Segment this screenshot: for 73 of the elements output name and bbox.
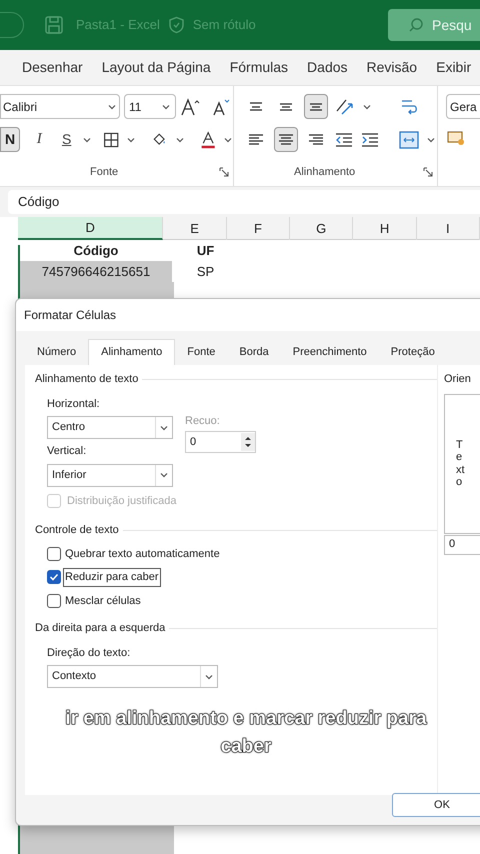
horizontal-dropdown[interactable]: Centro xyxy=(47,416,173,439)
section-heading: Da direita para a esquerda xyxy=(35,621,166,636)
direction-dropdown[interactable]: Contexto xyxy=(47,665,218,688)
checkbox-label: Quebrar texto automaticamente xyxy=(64,546,221,562)
bold-button[interactable]: N xyxy=(0,127,20,152)
checkbox[interactable] xyxy=(47,594,61,608)
align-button[interactable] xyxy=(304,94,328,119)
field-label: Recuo: xyxy=(185,414,221,428)
window-title: Pasta1 - Excel xyxy=(76,16,160,34)
checkbox-label: Reduzir para caber xyxy=(63,568,161,586)
align-right-icon xyxy=(308,134,324,145)
ribbon-tab[interactable]: Fórmulas xyxy=(230,57,288,78)
checkbox-label: Distribuição justificada xyxy=(67,494,176,508)
indent-spinner[interactable]: 0 xyxy=(185,431,256,453)
align-button[interactable] xyxy=(274,127,298,152)
align-top-icon xyxy=(248,102,264,111)
checkbox[interactable] xyxy=(47,570,61,584)
align-center-icon xyxy=(278,134,294,145)
toolbar-toggle[interactable] xyxy=(0,12,24,38)
search-icon xyxy=(408,17,424,33)
ok-button[interactable]: OK xyxy=(392,793,480,817)
group-label: Fonte xyxy=(90,164,118,180)
italic-button[interactable]: I xyxy=(31,127,48,152)
checkbox-label: Mesclar células xyxy=(64,594,142,608)
section-heading: Alinhamento de texto xyxy=(35,372,138,387)
align-middle-icon xyxy=(278,102,294,110)
dialog-tab[interactable]: Preenchimento xyxy=(280,339,379,365)
section-heading: Controle de texto xyxy=(35,523,119,538)
number-format-dropdown[interactable]: Gera xyxy=(446,94,480,119)
column-header[interactable]: G xyxy=(290,217,354,240)
field-label: Horizontal: xyxy=(47,396,101,412)
checkmark-icon xyxy=(49,572,59,582)
dialog-tab[interactable]: Alinhamento xyxy=(88,339,176,365)
align-bottom-icon xyxy=(308,102,324,110)
dialog-tab[interactable]: Fonte xyxy=(175,339,228,365)
group-label: Alinhamento xyxy=(294,164,356,180)
orientation-box[interactable]: Texto xyxy=(444,394,480,534)
merge-cells-icon[interactable] xyxy=(398,130,420,150)
dialog-launcher-icon[interactable] xyxy=(423,166,433,177)
column-header[interactable]: I xyxy=(416,217,480,240)
checkbox[interactable] xyxy=(47,546,61,561)
ribbon-tab[interactable]: Layout da Página xyxy=(102,57,211,78)
dialog-tab[interactable]: Número xyxy=(25,339,88,365)
decrease-indent-icon[interactable] xyxy=(334,130,354,148)
font-dropdown[interactable]: Calibri xyxy=(0,94,120,119)
font-color-icon[interactable] xyxy=(200,128,216,150)
ribbon-tab[interactable]: Exibir xyxy=(436,57,472,78)
field-label: Direção do texto: xyxy=(46,646,132,660)
dialog-tab[interactable]: Borda xyxy=(227,339,281,365)
shield-icon xyxy=(168,16,185,34)
grow-font-icon[interactable] xyxy=(180,96,202,116)
ribbon-tab[interactable]: Dados xyxy=(307,57,348,78)
ribbon-tab[interactable]: Desenhar xyxy=(22,57,83,78)
video-caption: ir em alinhamento e marcar reduzir para caber xyxy=(64,707,428,759)
spinner-arrows-icon[interactable] xyxy=(241,433,255,451)
underline-button[interactable]: S xyxy=(58,127,75,152)
section-heading: Orien xyxy=(444,372,472,387)
field-label: Vertical: xyxy=(47,444,88,459)
column-header[interactable]: D xyxy=(18,217,164,240)
dialog-launcher-icon[interactable] xyxy=(219,166,229,177)
vertical-text: Texto xyxy=(456,439,466,488)
increase-indent-icon[interactable] xyxy=(360,130,380,148)
degrees-field[interactable]: 0 xyxy=(444,534,480,554)
ribbon-tab[interactable]: Revisão xyxy=(366,57,418,78)
formula-field[interactable]: Código xyxy=(8,190,480,214)
currency-icon[interactable] xyxy=(446,129,466,147)
font-size-dropdown[interactable]: 11 xyxy=(124,94,176,119)
vertical-dropdown[interactable]: Inferior xyxy=(47,464,173,486)
align-left-icon xyxy=(248,134,264,145)
dialog-tab[interactable]: Proteção xyxy=(378,339,447,365)
chevron-icon xyxy=(159,470,169,480)
dialog-title: Formatar Células xyxy=(24,307,116,324)
column-header[interactable]: H xyxy=(353,217,417,240)
